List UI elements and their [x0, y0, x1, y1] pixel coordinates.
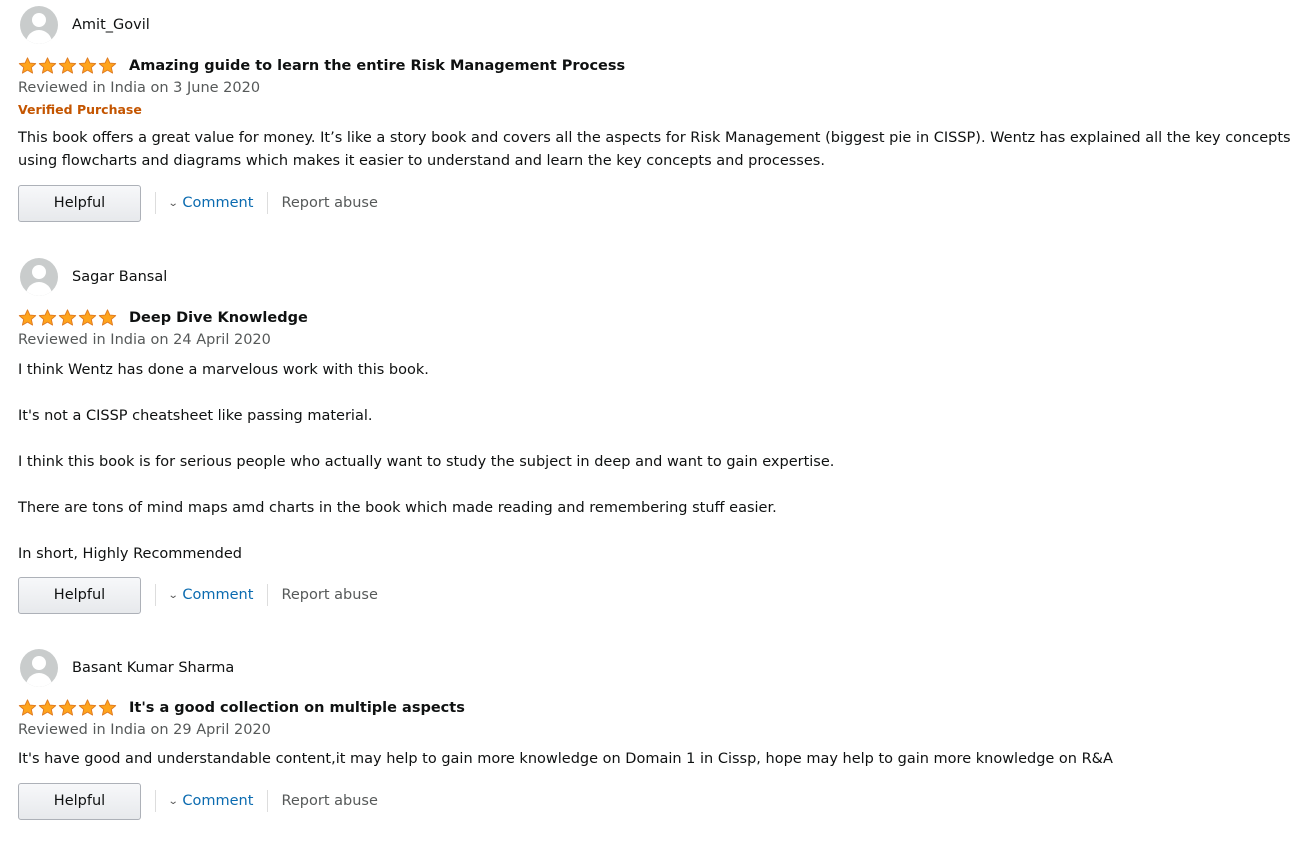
divider	[155, 584, 156, 606]
helpful-button[interactable]: Helpful	[18, 576, 141, 614]
star-icon	[78, 57, 97, 74]
divider	[155, 790, 156, 812]
review-body: I think Wentz has done a marvelous work …	[18, 359, 1302, 566]
review-date: Reviewed in India on 3 June 2020	[18, 80, 261, 96]
reviewer-name: Amit_Govil	[72, 17, 150, 33]
report-abuse-link[interactable]: Report abuse	[281, 195, 377, 211]
star-icon	[98, 309, 117, 326]
review-item: Basant Kumar Sharma It's a good collecti…	[18, 648, 1302, 821]
review-paragraph: It's not a CISSP cheatsheet like passing…	[18, 408, 373, 424]
star-icon	[58, 57, 77, 74]
helpful-button[interactable]: Helpful	[18, 782, 141, 820]
review-body: It's have good and understandable conten…	[18, 748, 1302, 771]
report-abuse-link[interactable]: Report abuse	[281, 793, 377, 809]
star-icon	[98, 699, 117, 716]
avatar-icon	[20, 649, 58, 687]
review-date: Reviewed in India on 24 April 2020	[18, 332, 271, 348]
helpful-button[interactable]: Helpful	[18, 184, 141, 222]
reviewer-name: Basant Kumar Sharma	[72, 660, 235, 676]
chevron-down-icon: ⌄	[167, 197, 179, 209]
avatar-icon	[20, 6, 58, 44]
reviewer-profile[interactable]: Amit_Govil	[18, 5, 1302, 45]
star-icon	[18, 699, 37, 716]
star-icon	[78, 309, 97, 326]
review-actions: Helpful ⌄ Comment Report abuse	[18, 781, 1302, 821]
star-icon	[38, 57, 57, 74]
comment-link[interactable]: ⌄ Comment	[167, 587, 254, 603]
star-icon	[38, 699, 57, 716]
chevron-down-icon: ⌄	[167, 589, 179, 601]
divider	[267, 192, 269, 214]
report-abuse-link[interactable]: Report abuse	[281, 587, 377, 603]
review-actions: Helpful ⌄ Comment Report abuse	[18, 575, 1302, 615]
review-paragraph: There are tons of mind maps amd charts i…	[18, 500, 777, 516]
star-icon	[38, 309, 57, 326]
review-paragraph: This book offers a great value for money…	[18, 130, 1291, 169]
divider	[267, 790, 269, 812]
divider	[155, 192, 156, 214]
review-item: Amit_Govil Amazing guide to learn the en…	[18, 5, 1302, 223]
review-paragraph: In short, Highly Recommended	[18, 546, 242, 562]
review-date: Reviewed in India on 29 April 2020	[18, 722, 271, 738]
review-paragraph: I think this book is for serious people …	[18, 454, 835, 470]
comment-link[interactable]: ⌄ Comment	[167, 195, 254, 211]
avatar-icon	[20, 258, 58, 296]
reviewer-profile[interactable]: Basant Kumar Sharma	[18, 648, 1302, 688]
star-rating[interactable]	[18, 57, 118, 75]
reviews-list: Amit_Govil Amazing guide to learn the en…	[0, 0, 1304, 844]
divider	[267, 584, 269, 606]
star-icon	[58, 699, 77, 716]
star-rating[interactable]	[18, 699, 118, 717]
comment-label: Comment	[182, 587, 254, 603]
review-title[interactable]: Deep Dive Knowledge	[129, 310, 308, 326]
verified-purchase-badge: Verified Purchase	[18, 102, 142, 117]
review-body: This book offers a great value for money…	[18, 127, 1302, 173]
star-icon	[18, 57, 37, 74]
review-title[interactable]: It's a good collection on multiple aspec…	[129, 700, 465, 716]
star-icon	[98, 57, 117, 74]
reviewer-profile[interactable]: Sagar Bansal	[18, 257, 1302, 297]
comment-label: Comment	[182, 793, 254, 809]
comment-label: Comment	[182, 195, 254, 211]
review-paragraph: I think Wentz has done a marvelous work …	[18, 362, 429, 378]
chevron-down-icon: ⌄	[167, 795, 179, 807]
star-icon	[78, 699, 97, 716]
reviewer-name: Sagar Bansal	[72, 269, 168, 285]
star-icon	[58, 309, 77, 326]
comment-link[interactable]: ⌄ Comment	[167, 793, 254, 809]
review-title[interactable]: Amazing guide to learn the entire Risk M…	[129, 58, 625, 74]
star-rating[interactable]	[18, 309, 118, 327]
review-actions: Helpful ⌄ Comment Report abuse	[18, 183, 1302, 223]
review-item: Sagar Bansal Deep Dive Knowledge Reviewe…	[18, 257, 1302, 615]
star-icon	[18, 309, 37, 326]
review-paragraph: It's have good and understandable conten…	[18, 751, 1113, 767]
